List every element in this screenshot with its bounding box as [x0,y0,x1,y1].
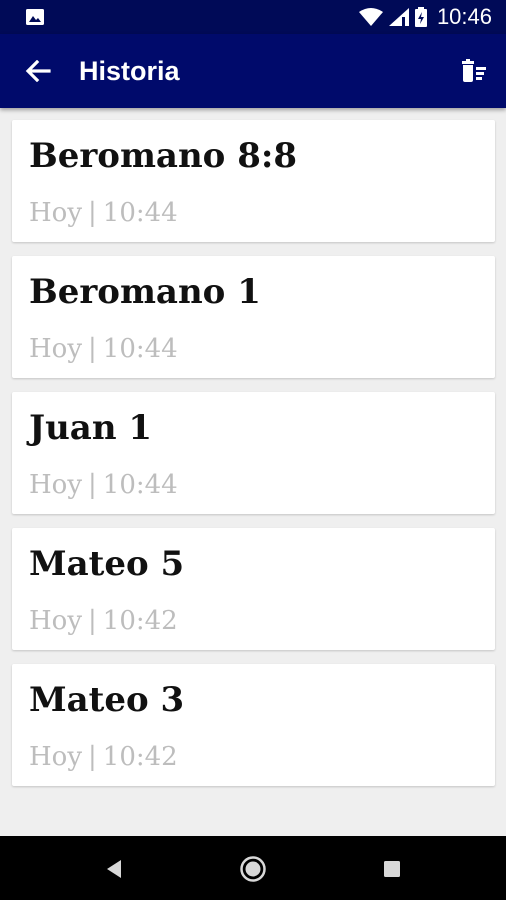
delete-sweep-icon [462,59,486,82]
home-circle-icon [240,856,266,882]
arrow-left-icon [25,60,51,82]
status-time: 10:46 [436,4,492,29]
nav-home-button[interactable] [238,854,268,884]
system-nav-bar [0,836,506,900]
page-title: Historia [79,56,180,86]
history-item-meta: Hoy | 10:42 [29,740,178,774]
history-item-day: Hoy [29,334,83,364]
recents-square-icon [384,861,400,877]
history-item[interactable]: Mateo 3 Hoy | 10:42 [12,664,495,786]
clear-history-button[interactable] [458,56,490,86]
back-button[interactable] [22,57,54,85]
history-item-meta: Hoy | 10:44 [29,468,178,502]
history-item-reference: Beromano 8:8 [29,136,298,176]
history-item-time: 10:42 [102,742,178,772]
history-item-reference: Mateo 3 [29,680,185,720]
status-bar: 10:46 [0,0,506,34]
history-item-meta: Hoy | 10:44 [29,332,178,366]
wifi-icon [358,8,383,26]
history-item-separator: | [88,742,97,772]
history-item[interactable]: Mateo 5 Hoy | 10:42 [12,528,495,650]
history-item-separator: | [88,606,97,636]
history-item-reference: Beromano 1 [29,272,261,312]
nav-recents-button[interactable] [377,854,407,884]
history-item[interactable]: Beromano 8:8 Hoy | 10:44 [12,120,495,242]
history-item-separator: | [88,198,97,228]
history-list: Beromano 8:8 Hoy | 10:44 Beromano 1 Hoy | 10… [12,120,495,800]
history-item-reference: Juan 1 [29,408,153,448]
history-item-time: 10:44 [102,334,178,364]
history-item-time: 10:44 [102,470,178,500]
nav-back-button[interactable] [99,854,129,884]
image-notification-icon [26,9,44,25]
history-item-meta: Hoy | 10:42 [29,604,178,638]
history-item-day: Hoy [29,606,83,636]
history-item-time: 10:42 [102,606,178,636]
history-item-separator: | [88,334,97,364]
history-item-time: 10:44 [102,198,178,228]
history-item-day: Hoy [29,470,83,500]
back-triangle-icon [107,860,121,878]
history-item[interactable]: Juan 1 Hoy | 10:44 [12,392,495,514]
app-bar: Historia [0,34,506,108]
history-item-meta: Hoy | 10:44 [29,196,178,230]
history-item[interactable]: Beromano 1 Hoy | 10:44 [12,256,495,378]
signal-icon [388,8,409,26]
history-item-day: Hoy [29,742,83,772]
battery-icon [414,7,427,27]
status-icons: 10:46 [358,0,492,34]
history-item-separator: | [88,470,97,500]
history-item-reference: Mateo 5 [29,544,185,584]
history-item-day: Hoy [29,198,83,228]
